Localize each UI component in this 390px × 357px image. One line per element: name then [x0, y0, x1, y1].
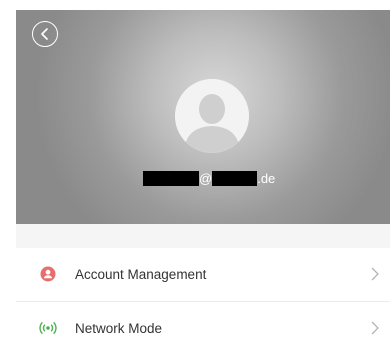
back-button[interactable] [32, 21, 58, 47]
section-spacer [16, 224, 390, 248]
chevron-left-icon [41, 28, 48, 40]
chevron-right-icon [371, 267, 379, 281]
profile-header: @ .de [16, 10, 390, 224]
chevron-right-icon [371, 321, 379, 335]
email-domain-suffix: .de [257, 170, 276, 186]
redacted-block [212, 170, 258, 186]
user-silhouette-icon [175, 79, 249, 153]
redacted-block [143, 170, 199, 186]
user-email: @ .de [143, 170, 275, 186]
menu-item-network-mode[interactable]: Network Mode [16, 302, 390, 354]
avatar[interactable] [175, 79, 249, 153]
menu-item-label: Network Mode [75, 320, 163, 336]
menu-item-label: Account Management [75, 266, 207, 282]
email-at-sign: @ [199, 170, 213, 186]
wifi-signal-icon [39, 319, 57, 337]
menu-item-account-management[interactable]: Account Management [16, 248, 390, 300]
account-icon [39, 265, 57, 283]
profile-screen: @ .de Account Management Network Mode [0, 0, 390, 357]
